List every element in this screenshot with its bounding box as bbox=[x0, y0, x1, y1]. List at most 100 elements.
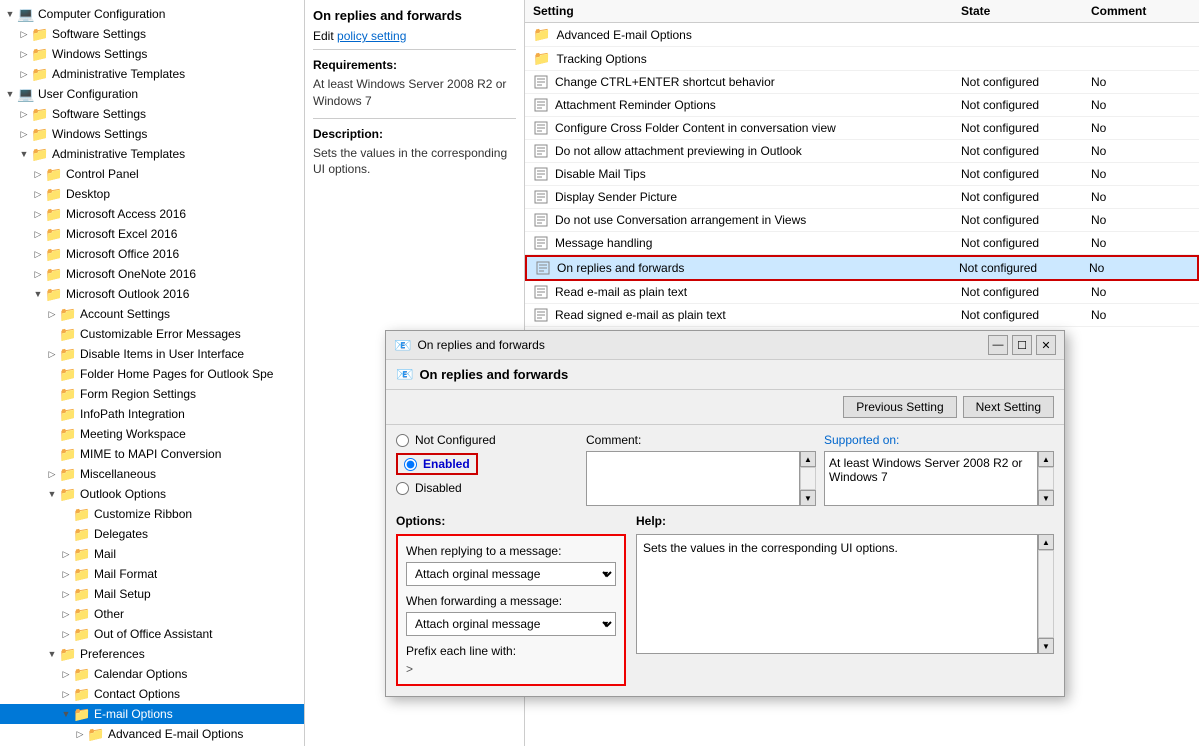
tree-item-mail[interactable]: ▷📁Mail bbox=[0, 544, 304, 564]
tree-item-cc-windows[interactable]: ▷📁Windows Settings bbox=[0, 44, 304, 64]
tree-toggle-out-of-office[interactable]: ▷ bbox=[60, 628, 72, 640]
settings-item-no-conversation[interactable]: Do not use Conversation arrangement in V… bbox=[525, 209, 1199, 232]
tree-toggle-uc-windows[interactable]: ▷ bbox=[18, 128, 30, 140]
comment-textarea[interactable] bbox=[586, 451, 800, 506]
supported-scrollbar[interactable]: ▲ ▼ bbox=[1038, 451, 1054, 506]
tree-item-disable-items[interactable]: ▷📁Disable Items in User Interface bbox=[0, 344, 304, 364]
tree-item-uc-windows[interactable]: ▷📁Windows Settings bbox=[0, 124, 304, 144]
tree-item-customizable-errors[interactable]: 📁Customizable Error Messages bbox=[0, 324, 304, 344]
when-forwarding-select[interactable]: Attach orginal message bbox=[406, 612, 616, 636]
settings-item-attachment-reminder[interactable]: Attachment Reminder OptionsNot configure… bbox=[525, 94, 1199, 117]
tree-toggle-user-config[interactable]: ▼ bbox=[4, 88, 16, 100]
settings-item-no-attachment-preview[interactable]: Do not allow attachment previewing in Ou… bbox=[525, 140, 1199, 163]
tree-toggle-ms-excel[interactable]: ▷ bbox=[32, 228, 44, 240]
radio-disabled-input[interactable] bbox=[396, 482, 409, 495]
when-replying-select[interactable]: Attach orginal message bbox=[406, 562, 616, 586]
radio-enabled-input[interactable] bbox=[404, 458, 417, 471]
dialog-minimize-button[interactable]: — bbox=[988, 335, 1008, 355]
tree-item-uc-admin[interactable]: ▼📁Administrative Templates bbox=[0, 144, 304, 164]
tree-item-preferences[interactable]: ▼📁Preferences bbox=[0, 644, 304, 664]
tree-item-ms-outlook[interactable]: ▼📁Microsoft Outlook 2016 bbox=[0, 284, 304, 304]
comment-scroll-down[interactable]: ▼ bbox=[800, 490, 816, 506]
when-forwarding-select-wrapper[interactable]: Attach orginal message bbox=[406, 612, 616, 636]
tree-toggle-ms-office[interactable]: ▷ bbox=[32, 248, 44, 260]
tree-toggle-folder-home[interactable] bbox=[46, 368, 58, 380]
tree-toggle-uc-software[interactable]: ▷ bbox=[18, 108, 30, 120]
tree-item-uc-software[interactable]: ▷📁Software Settings bbox=[0, 104, 304, 124]
tree-item-out-of-office[interactable]: ▷📁Out of Office Assistant bbox=[0, 624, 304, 644]
radio-not-configured-input[interactable] bbox=[396, 434, 409, 447]
radio-disabled[interactable]: Disabled bbox=[396, 481, 576, 495]
tree-item-mail-format[interactable]: ▷📁Mail Format bbox=[0, 564, 304, 584]
dialog-maximize-button[interactable]: ☐ bbox=[1012, 335, 1032, 355]
tree-toggle-ms-access[interactable]: ▷ bbox=[32, 208, 44, 220]
tree-item-advanced-email[interactable]: ▷📁Advanced E-mail Options bbox=[0, 724, 304, 744]
settings-item-display-sender-pic[interactable]: Display Sender PictureNot configuredNo bbox=[525, 186, 1199, 209]
tree-toggle-calendar-options[interactable]: ▷ bbox=[60, 668, 72, 680]
tree-item-ms-excel[interactable]: ▷📁Microsoft Excel 2016 bbox=[0, 224, 304, 244]
next-setting-button[interactable]: Next Setting bbox=[963, 396, 1054, 418]
tree-toggle-preferences[interactable]: ▼ bbox=[46, 648, 58, 660]
tree-toggle-control-panel[interactable]: ▷ bbox=[32, 168, 44, 180]
settings-item-read-plain-text[interactable]: Read e-mail as plain textNot configuredN… bbox=[525, 281, 1199, 304]
tree-toggle-cc-admin[interactable]: ▷ bbox=[18, 68, 30, 80]
tree-toggle-other[interactable]: ▷ bbox=[60, 608, 72, 620]
tree-item-miscellaneous[interactable]: ▷📁Miscellaneous bbox=[0, 464, 304, 484]
settings-item-on-replies-forwards[interactable]: On replies and forwardsNot configuredNo bbox=[525, 255, 1199, 281]
help-scroll-down[interactable]: ▼ bbox=[1038, 638, 1054, 654]
previous-setting-button[interactable]: Previous Setting bbox=[843, 396, 956, 418]
tree-item-mail-setup[interactable]: ▷📁Mail Setup bbox=[0, 584, 304, 604]
settings-item-tracking-opts[interactable]: 📁Tracking Options bbox=[525, 47, 1199, 71]
tree-item-contact-options[interactable]: ▷📁Contact Options bbox=[0, 684, 304, 704]
tree-toggle-contact-options[interactable]: ▷ bbox=[60, 688, 72, 700]
tree-item-account-settings[interactable]: ▷📁Account Settings bbox=[0, 304, 304, 324]
settings-item-change-ctrl-enter[interactable]: Change CTRL+ENTER shortcut behaviorNot c… bbox=[525, 71, 1199, 94]
tree-toggle-mail-setup[interactable]: ▷ bbox=[60, 588, 72, 600]
tree-item-ms-office[interactable]: ▷📁Microsoft Office 2016 bbox=[0, 244, 304, 264]
tree-toggle-ms-onenote[interactable]: ▷ bbox=[32, 268, 44, 280]
dialog-close-button[interactable]: ✕ bbox=[1036, 335, 1056, 355]
tree-item-customize-ribbon[interactable]: 📁Customize Ribbon bbox=[0, 504, 304, 524]
when-replying-select-wrapper[interactable]: Attach orginal message bbox=[406, 562, 616, 586]
tree-item-desktop[interactable]: ▷📁Desktop bbox=[0, 184, 304, 204]
tree-toggle-mail-format[interactable]: ▷ bbox=[60, 568, 72, 580]
tree-toggle-infopath[interactable] bbox=[46, 408, 58, 420]
tree-toggle-mail[interactable]: ▷ bbox=[60, 548, 72, 560]
tree-toggle-account-settings[interactable]: ▷ bbox=[46, 308, 58, 320]
tree-toggle-disable-items[interactable]: ▷ bbox=[46, 348, 58, 360]
comment-scrollbar[interactable]: ▲ ▼ bbox=[800, 451, 816, 506]
supported-scroll-down[interactable]: ▼ bbox=[1038, 490, 1054, 506]
tree-item-calendar-options[interactable]: ▷📁Calendar Options bbox=[0, 664, 304, 684]
tree-item-ms-onenote[interactable]: ▷📁Microsoft OneNote 2016 bbox=[0, 264, 304, 284]
tree-item-delegates[interactable]: 📁Delegates bbox=[0, 524, 304, 544]
tree-toggle-mime-mapi[interactable] bbox=[46, 448, 58, 460]
tree-item-computer-config[interactable]: ▼💻Computer Configuration bbox=[0, 4, 304, 24]
tree-toggle-form-region[interactable] bbox=[46, 388, 58, 400]
tree-toggle-uc-admin[interactable]: ▼ bbox=[18, 148, 30, 160]
tree-item-user-config[interactable]: ▼💻User Configuration bbox=[0, 84, 304, 104]
comment-scroll-up[interactable]: ▲ bbox=[800, 451, 816, 467]
tree-item-folder-home[interactable]: 📁Folder Home Pages for Outlook Spe bbox=[0, 364, 304, 384]
tree-item-email-options[interactable]: ▼📁E-mail Options bbox=[0, 704, 304, 724]
tree-item-outlook-options[interactable]: ▼📁Outlook Options bbox=[0, 484, 304, 504]
tree-toggle-customizable-errors[interactable] bbox=[46, 328, 58, 340]
tree-toggle-miscellaneous[interactable]: ▷ bbox=[46, 468, 58, 480]
settings-item-cross-folder[interactable]: Configure Cross Folder Content in conver… bbox=[525, 117, 1199, 140]
tree-item-meeting-workspace[interactable]: 📁Meeting Workspace bbox=[0, 424, 304, 444]
tree-toggle-cc-software[interactable]: ▷ bbox=[18, 28, 30, 40]
tree-item-cc-software[interactable]: ▷📁Software Settings bbox=[0, 24, 304, 44]
tree-item-ms-access[interactable]: ▷📁Microsoft Access 2016 bbox=[0, 204, 304, 224]
supported-scroll-up[interactable]: ▲ bbox=[1038, 451, 1054, 467]
tree-toggle-advanced-email[interactable]: ▷ bbox=[74, 728, 86, 740]
radio-not-configured[interactable]: Not Configured bbox=[396, 433, 576, 447]
tree-toggle-customize-ribbon[interactable] bbox=[60, 508, 72, 520]
settings-item-advanced-email-opts[interactable]: 📁Advanced E-mail Options bbox=[525, 23, 1199, 47]
settings-item-disable-mail-tips[interactable]: Disable Mail TipsNot configuredNo bbox=[525, 163, 1199, 186]
tree-toggle-meeting-workspace[interactable] bbox=[46, 428, 58, 440]
tree-toggle-desktop[interactable]: ▷ bbox=[32, 188, 44, 200]
tree-item-other[interactable]: ▷📁Other bbox=[0, 604, 304, 624]
tree-toggle-cc-windows[interactable]: ▷ bbox=[18, 48, 30, 60]
tree-toggle-outlook-options[interactable]: ▼ bbox=[46, 488, 58, 500]
help-scrollbar[interactable]: ▲ ▼ bbox=[1038, 534, 1054, 654]
tree-item-form-region[interactable]: 📁Form Region Settings bbox=[0, 384, 304, 404]
